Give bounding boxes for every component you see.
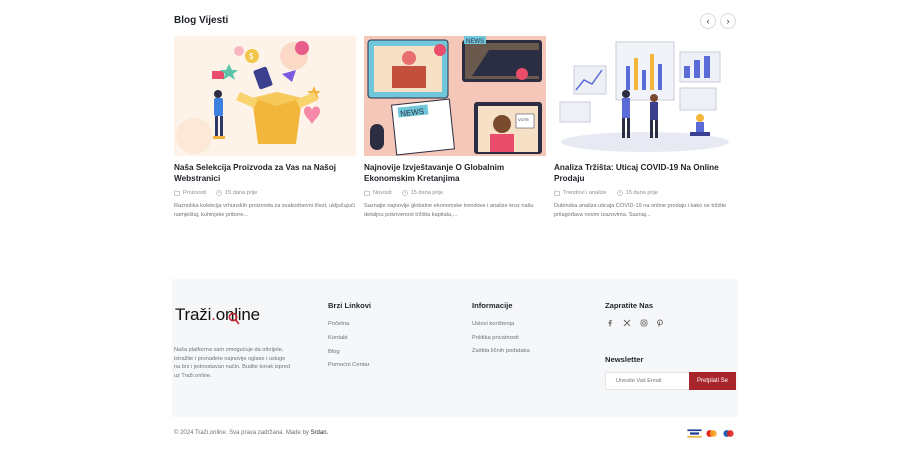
blog-header: Blog Vijesti ‹ ›: [174, 12, 736, 30]
footer-link-blog[interactable]: Blog: [328, 349, 340, 355]
blog-card-meta: Trendovi i analize 15 dana prije: [554, 188, 736, 197]
svg-text:$: $: [249, 52, 254, 61]
newsletter-title: Newsletter: [605, 355, 644, 364]
svg-text:NEWS: NEWS: [466, 39, 484, 45]
folder-icon: [174, 190, 180, 196]
logo-text: Traži: [175, 305, 212, 324]
footer-link-help-center[interactable]: Pomoćni Centar: [328, 362, 370, 368]
clock-icon: [216, 189, 222, 196]
mastercard-icon: [704, 429, 719, 438]
site-footer: Traži.online Naša platforma vam omogućuj…: [172, 279, 738, 417]
footer-description: Naša platforma vam omogućuje da otkrijet…: [174, 347, 290, 379]
blog-card-excerpt: Raznolika kolekcija vrhunskih proizvoda …: [174, 203, 355, 218]
footer-link-terms[interactable]: Uslovi korištenja: [472, 321, 514, 327]
svg-text:VOTE: VOTE: [518, 117, 529, 122]
blog-card-title[interactable]: Analiza Tržišta: Uticaj COVID-19 Na Onli…: [554, 162, 736, 184]
footer-link-home[interactable]: Početna: [328, 321, 349, 327]
footer-link-data-protection[interactable]: Zaštita ličnih podataka: [472, 348, 530, 354]
author-link[interactable]: Srdan.: [311, 430, 329, 436]
magnifier-icon: [228, 312, 240, 325]
clock-icon: [401, 189, 408, 196]
section-title: Blog Vijesti: [174, 15, 229, 26]
blog-card-image[interactable]: $: [174, 36, 356, 156]
copyright: © 2024 Traži.online. Sva prava zadržana.…: [174, 430, 328, 436]
blog-card-date: 15 dana prije: [225, 189, 258, 196]
follow-title: Zapratite Nas: [605, 301, 654, 310]
blog-card-meta: Novosti 15 dana prije: [364, 188, 546, 197]
pinterest-icon[interactable]: [656, 319, 664, 327]
carousel-next-button[interactable]: ›: [720, 13, 736, 29]
info-title: Informacije: [472, 301, 513, 310]
site-logo[interactable]: Traži.online: [175, 305, 260, 325]
carousel-prev-button[interactable]: ‹: [700, 13, 716, 29]
instagram-icon[interactable]: [640, 319, 648, 327]
newsletter-subscribe-button[interactable]: Pretplati Se: [689, 372, 736, 390]
copyright-text: © 2024 Traži.online. Sva prava zadržana.…: [174, 430, 309, 436]
blog-card[interactable]: NEWS NEWS VOTE Najnovije Izvještavanje O…: [364, 36, 546, 219]
x-icon[interactable]: [623, 319, 631, 327]
blog-card-title[interactable]: Naša Selekcija Proizvoda za Vas na Našoj…: [174, 162, 356, 184]
blog-card[interactable]: Analiza Tržišta: Uticaj COVID-19 Na Onli…: [554, 36, 736, 219]
blog-card-date: 15 dana prije: [625, 189, 658, 196]
shopping-illustration: $: [174, 36, 356, 156]
blog-card-date: 15 dana prije: [410, 189, 444, 196]
blog-card-meta: Proizvodi 15 dana prije: [174, 188, 356, 197]
quick-links-title: Brzi Linkovi: [328, 301, 372, 310]
blog-card-category[interactable]: Proizvodi: [183, 190, 206, 196]
folder-icon: [364, 190, 370, 196]
blog-card-image[interactable]: [554, 36, 736, 156]
blog-card-category[interactable]: Trendovi i analize: [563, 190, 607, 196]
blog-card[interactable]: $ Naša Selekcija Proizvoda za Vas na Naš…: [174, 36, 356, 219]
blog-card-excerpt: Saznajte najnovije globalne ekonomske tr…: [364, 203, 534, 218]
visa-icon: [687, 429, 702, 438]
blog-card-excerpt: Dubinska analiza uticaja COVID-19 na onl…: [554, 203, 727, 218]
maestro-icon: [721, 429, 736, 438]
footer-link-contact[interactable]: Kontakt: [328, 335, 348, 341]
facebook-icon[interactable]: [606, 319, 614, 327]
market-analysis-illustration: [554, 36, 736, 156]
blog-card-title[interactable]: Najnovije Izvještavanje O Globalnim Ekon…: [364, 162, 546, 184]
blog-card-image[interactable]: NEWS NEWS VOTE: [364, 36, 546, 156]
news-illustration: NEWS NEWS VOTE: [364, 36, 546, 156]
blog-card-category[interactable]: Novosti: [373, 190, 392, 196]
payment-methods: [687, 429, 736, 438]
newsletter-email-input[interactable]: [605, 372, 690, 390]
footer-link-privacy[interactable]: Politika privatnosti: [472, 335, 519, 341]
clock-icon: [616, 189, 623, 196]
folder-icon: [554, 190, 560, 196]
